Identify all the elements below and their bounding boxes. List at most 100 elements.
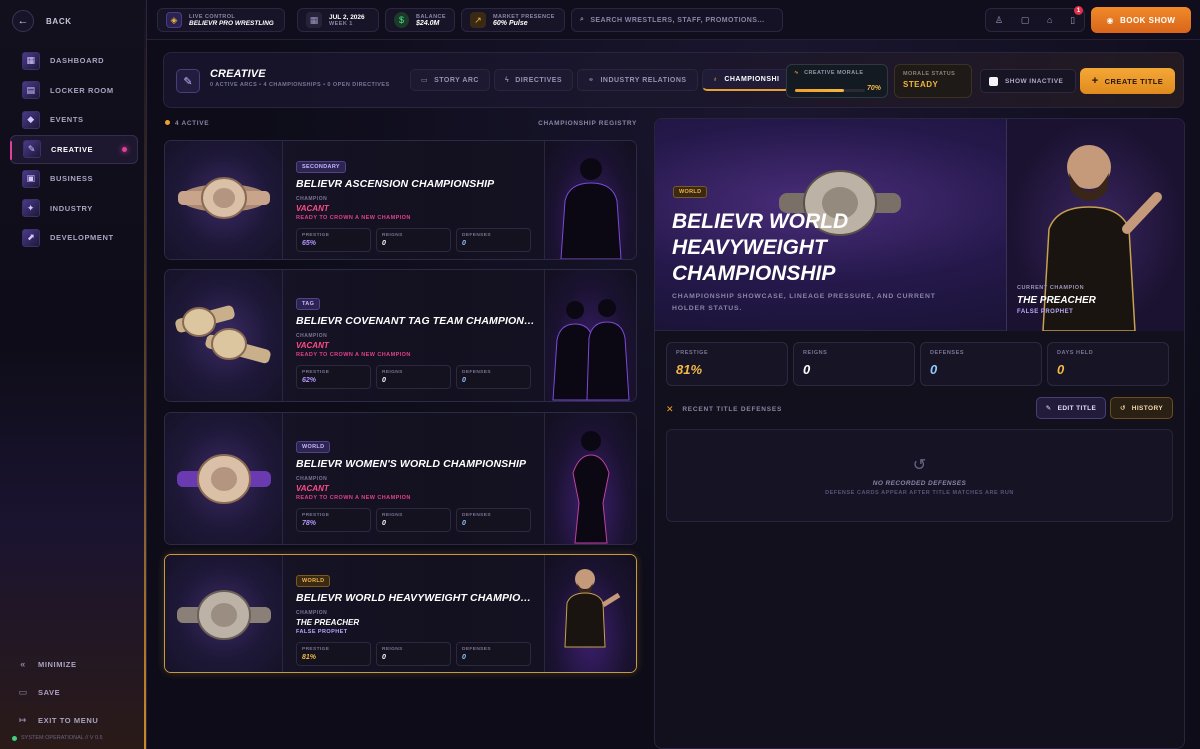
belt-image [165, 270, 283, 401]
prestige-label: PRESTIGE [302, 513, 330, 518]
sidebar-item-industry[interactable]: ✦ INDUSTRY [10, 194, 138, 224]
create-title-button[interactable]: + CREATE TITLE [1080, 68, 1175, 94]
show-inactive-toggle[interactable]: SHOW INACTIVE [980, 69, 1076, 93]
dashboard-icon: ▦ [22, 51, 40, 70]
card-champion-sub: FALSE PROPHET [296, 629, 348, 635]
championship-hero: WORLD BELIEVR WORLD HEAVYWEIGHT CHAMPION… [655, 119, 1184, 331]
user-icon[interactable]: ♙ [995, 15, 1003, 26]
defenses-stat: DEFENSES 0 [456, 642, 531, 666]
balance-label: BALANCE [416, 13, 446, 20]
championship-card[interactable]: WORLD BELIEVR WOMEN'S WORLD CHAMPIONSHIP… [164, 412, 637, 545]
sidebar: ← BACK ▦ DASHBOARD ▤ LOCKER ROOM ◆ EVENTS ✎… [0, 0, 147, 749]
main-content: ✎ CREATIVE 0 ACTIVE ARCS • 4 CHAMPIONSHI… [147, 40, 1200, 749]
reigns-stat: REIGNS 0 [376, 642, 451, 666]
card-champion-sub: READY TO CROWN A NEW CHAMPION [296, 215, 411, 221]
champion-silhouette [544, 413, 636, 544]
sidebar-item-business[interactable]: ▣ BUSINESS [10, 164, 138, 194]
promotion-logo-icon: ◈ [166, 12, 182, 28]
sidebar-item-creative[interactable]: ✎ CREATIVE [10, 134, 138, 164]
live-control[interactable]: ◈ LIVE CONTROL BELIEVR PRO WRESTLING [157, 8, 285, 32]
tab-directives[interactable]: ϟ DIRECTIVES [493, 69, 574, 91]
broadcast-icon: ◉ [1106, 15, 1115, 25]
graduation-icon[interactable]: ⌂ [1047, 15, 1052, 25]
morale-value: 70% [866, 85, 881, 92]
reigns-label: REIGNS [382, 513, 403, 518]
defenses-value: 0 [462, 520, 466, 527]
card-info: WORLD BELIEVR WOMEN'S WORLD CHAMPIONSHIP… [296, 435, 536, 532]
reigns-label: REIGNS [382, 233, 403, 238]
page-title: CREATIVE [210, 68, 266, 80]
sidebar-item-development[interactable]: ⬈ DEVELOPMENT [10, 223, 138, 253]
sidebar-item-events[interactable]: ◆ EVENTS [10, 105, 138, 135]
back-button[interactable]: ← BACK [12, 10, 72, 32]
book-show-button[interactable]: ◉ BOOK SHOW [1091, 7, 1191, 33]
championship-card[interactable]: TAG BELIEVR COVENANT TAG TEAM CHAMPIONS.… [164, 269, 637, 402]
defenses-stat: DEFENSES 0 [456, 365, 531, 389]
current-champion-name: THE PREACHER [1017, 295, 1096, 306]
creative-icon: ✎ [23, 140, 41, 159]
card-champion: THE PREACHER [296, 618, 360, 627]
wrestler-portrait-icon [564, 569, 621, 648]
detail-tag: WORLD [673, 186, 708, 198]
search-input[interactable]: ⌕ SEARCH WRESTLERS, STAFF, PROMOTIONS... [571, 8, 783, 32]
balance-value: $24.0M [416, 19, 440, 27]
belt-image [165, 555, 283, 672]
champion-label: CHAMPION [296, 476, 328, 482]
current-champion-info: CURRENT CHAMPION THE PREACHER FALSE PROP… [1017, 285, 1096, 315]
sidebar-item-dashboard[interactable]: ▦ DASHBOARD [10, 46, 138, 76]
current-champion-sub: FALSE PROPHET [1017, 309, 1074, 315]
prestige-label: PRESTIGE [302, 647, 330, 652]
tag-team-silhouette-icon [552, 299, 630, 401]
arrow-left-icon: ← [12, 10, 34, 32]
save-label: SAVE [38, 687, 61, 697]
card-tag: WORLD [296, 575, 331, 587]
prestige-label: PRESTIGE [302, 233, 330, 238]
show-inactive-checkbox[interactable] [989, 76, 998, 86]
minimize-button[interactable]: « MINIMIZE [18, 650, 138, 678]
promotion-name: BELIEVR PRO WRESTLING [189, 19, 274, 27]
championship-card[interactable]: SECONDARY BELIEVR ASCENSION CHAMPIONSHIP… [164, 140, 637, 260]
prestige-value: 62% [302, 377, 317, 384]
top-bar: ◈ LIVE CONTROL BELIEVR PRO WRESTLING ▦ J… [147, 0, 1200, 40]
sidebar-item-label: DEVELOPMENT [50, 233, 114, 243]
championship-belt-icon [178, 177, 270, 219]
tab-championships[interactable]: ♁ CHAMPIONSHI [701, 69, 791, 91]
defenses-value: 0 [462, 240, 466, 247]
phone-icon[interactable]: ▯ [1070, 15, 1075, 26]
create-title-label: CREATE TITLE [1104, 76, 1164, 86]
quick-icon-buttons: ♙ ▢ ⌂ ▯ 1 [985, 6, 1085, 32]
exit-to-menu-button[interactable]: ↦ EXIT TO MENU [18, 706, 138, 734]
edit-title-button[interactable]: ✎ EDIT TITLE [1036, 397, 1106, 419]
dollar-icon: $ [394, 12, 410, 28]
presence-value: 60% Pulse [493, 19, 528, 27]
stat-reigns: REIGNS 0 [793, 342, 915, 386]
status-dot-icon [12, 735, 17, 741]
current-week: WEEK 1 [329, 20, 353, 27]
card-title: BELIEVR COVENANT TAG TEAM CHAMPIONS... [296, 315, 536, 327]
stat-days-held: DAYS HELD 0 [1047, 342, 1169, 386]
tab-story-arc[interactable]: ▭ STORY ARC [410, 69, 490, 91]
tab-label: DIRECTIVES [515, 76, 563, 84]
system-status-label: SYSTEM OPERATIONAL // V 0.5 [21, 735, 103, 741]
stat-defenses: DEFENSES 0 [920, 342, 1042, 386]
tab-industry-relations[interactable]: ⚭ INDUSTRY RELATIONS [577, 69, 698, 91]
balance-display: $ BALANCE $24.0M [385, 8, 455, 32]
sidebar-item-locker-room[interactable]: ▤ LOCKER ROOM [10, 76, 138, 106]
detail-stats: PRESTIGE 81% REIGNS 0 DEFENSES 0 DAYS HELD 0 [666, 342, 1169, 386]
creative-tabs: ▭ STORY ARC ϟ DIRECTIVES ⚭ INDUSTRY RELATIO… [410, 69, 791, 91]
presence-label: MARKET PRESENCE [493, 13, 555, 20]
save-button[interactable]: ▭ SAVE [18, 678, 138, 706]
history-button[interactable]: ↺ HISTORY [1110, 397, 1173, 419]
championship-card-selected[interactable]: WORLD BELIEVR WORLD HEAVYWEIGHT CHAMPION… [164, 554, 637, 673]
prestige-stat: PRESTIGE 65% [296, 228, 371, 252]
sidebar-item-label: EVENTS [50, 115, 84, 125]
detail-title: BELIEVR WORLD HEAVYWEIGHT CHAMPIONSHIP [672, 210, 849, 285]
handshake-icon: ⚭ [588, 77, 595, 84]
minimize-label: MINIMIZE [38, 659, 77, 669]
document-icon[interactable]: ▢ [1021, 15, 1030, 26]
defenses-value: 0 [462, 377, 466, 384]
empty-subtitle: DEFENSE CARDS APPEAR AFTER TITLE MATCHES… [825, 490, 1014, 496]
reigns-value: 0 [382, 520, 386, 527]
stat-value: 0 [1057, 362, 1065, 377]
wrestler-silhouette-icon [560, 158, 622, 259]
